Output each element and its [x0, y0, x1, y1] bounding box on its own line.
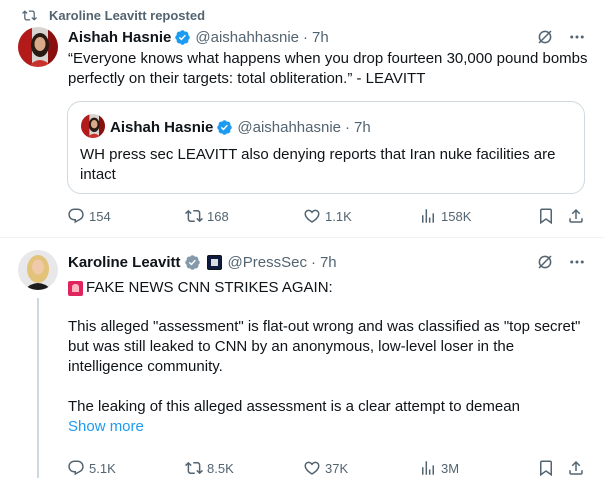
views-icon: [422, 209, 434, 223]
more-icon[interactable]: [568, 28, 586, 46]
share-button[interactable]: [567, 458, 589, 478]
tweet-paragraph: This alleged "assessment" is flat-out wr…: [68, 318, 581, 375]
avatar-image: [18, 250, 58, 290]
views-count: 3M: [441, 460, 460, 476]
separator-dot: ·: [345, 118, 351, 136]
quote-text: WH press sec LEAVITT also denying report…: [80, 146, 556, 183]
reply-button[interactable]: 154: [67, 206, 111, 226]
author-name[interactable]: Karoline Leavitt: [68, 254, 181, 271]
avatar[interactable]: [18, 250, 58, 290]
repost-count: 8.5K: [207, 460, 234, 476]
quote-timestamp: 7h: [354, 118, 371, 136]
more-icon[interactable]: [568, 253, 586, 271]
bookmark-button[interactable]: [537, 206, 559, 226]
repost-button[interactable]: 8.5K: [185, 458, 234, 478]
show-more-link[interactable]: Show more: [68, 417, 144, 437]
reply-count: 154: [89, 208, 111, 224]
quote-avatar: [81, 114, 105, 138]
repost-tweet[interactable]: Karoline Leavitt reposted Aishah Hasnie …: [0, 0, 604, 238]
share-icon: [569, 460, 583, 475]
share-button[interactable]: [567, 206, 589, 226]
reply-count: 5.1K: [89, 460, 116, 476]
views-count: 158K: [441, 208, 472, 224]
repost-label: Karoline Leavitt reposted: [49, 7, 206, 23]
heart-icon: [304, 461, 320, 475]
quote-header: Aishah Hasnie @aishahhasnie · 7h: [110, 117, 371, 137]
quote-handle: @aishahhasnie: [237, 118, 342, 136]
tweet-text-line1: FAKE NEWS CNN STRIKES AGAIN:: [68, 278, 333, 298]
separator-dot: ·: [303, 28, 309, 46]
separator-dot: ·: [310, 253, 316, 271]
like-count: 1.1K: [325, 208, 352, 224]
reply-icon: [68, 460, 84, 476]
bookmark-icon: [540, 208, 552, 225]
engagement-bar: 154 168 1.1K 158K: [67, 206, 587, 226]
thread-line: [37, 298, 39, 478]
repost-icon: [185, 461, 203, 475]
avatar[interactable]: [18, 27, 58, 67]
tweet-top-actions: [536, 253, 586, 271]
repost-context[interactable]: Karoline Leavitt reposted: [22, 7, 206, 23]
like-count: 37K: [325, 460, 349, 476]
views-icon: [422, 461, 434, 475]
reply-icon: [68, 208, 84, 224]
tweet-top-actions: [536, 28, 586, 46]
tweet-header: Aishah Hasnie @aishahhasnie · 7h: [68, 27, 329, 47]
timestamp[interactable]: 7h: [312, 29, 329, 46]
quote-author-name: Aishah Hasnie: [110, 118, 214, 136]
like-button[interactable]: 37K: [303, 458, 348, 478]
grok-icon[interactable]: [536, 28, 554, 46]
repost-icon: [22, 9, 37, 21]
author-name[interactable]: Aishah Hasnie: [68, 29, 171, 46]
verified-badge-icon[interactable]: [184, 254, 201, 271]
grok-icon[interactable]: [536, 253, 554, 271]
tweet[interactable]: Karoline Leavitt @PressSec · 7h FAKE NEW…: [0, 238, 604, 486]
like-button[interactable]: 1.1K: [303, 206, 352, 226]
tweet-paragraph: The leaking of this alleged assessment i…: [68, 398, 520, 415]
heart-icon: [304, 209, 320, 223]
bookmark-icon: [540, 460, 552, 477]
views-button[interactable]: 3M: [419, 458, 459, 478]
reply-button[interactable]: 5.1K: [67, 458, 116, 478]
avatar-image: [18, 27, 58, 67]
affiliation-badge-icon[interactable]: [206, 254, 222, 270]
quoted-tweet[interactable]: Aishah Hasnie @aishahhasnie · 7h WH pres…: [67, 101, 585, 194]
repost-icon: [185, 209, 203, 223]
share-icon: [569, 208, 583, 223]
bookmark-button[interactable]: [537, 458, 559, 478]
tweet-header: Karoline Leavitt @PressSec · 7h: [68, 252, 337, 272]
verified-badge-icon: [217, 119, 233, 135]
tweet-headline: FAKE NEWS CNN STRIKES AGAIN:: [86, 279, 333, 296]
tweet-text: “Everyone knows what happens when you dr…: [68, 50, 588, 87]
timestamp[interactable]: 7h: [320, 254, 337, 271]
repost-count: 168: [207, 208, 229, 224]
author-handle[interactable]: @aishahhasnie: [195, 29, 299, 46]
author-handle[interactable]: @PressSec: [228, 254, 307, 271]
alarm-emoji-icon: [68, 280, 83, 296]
views-button[interactable]: 158K: [419, 206, 471, 226]
engagement-bar: 5.1K 8.5K 37K 3M: [67, 458, 587, 478]
repost-button[interactable]: 168: [185, 206, 229, 226]
verified-badge-icon[interactable]: [174, 29, 191, 46]
